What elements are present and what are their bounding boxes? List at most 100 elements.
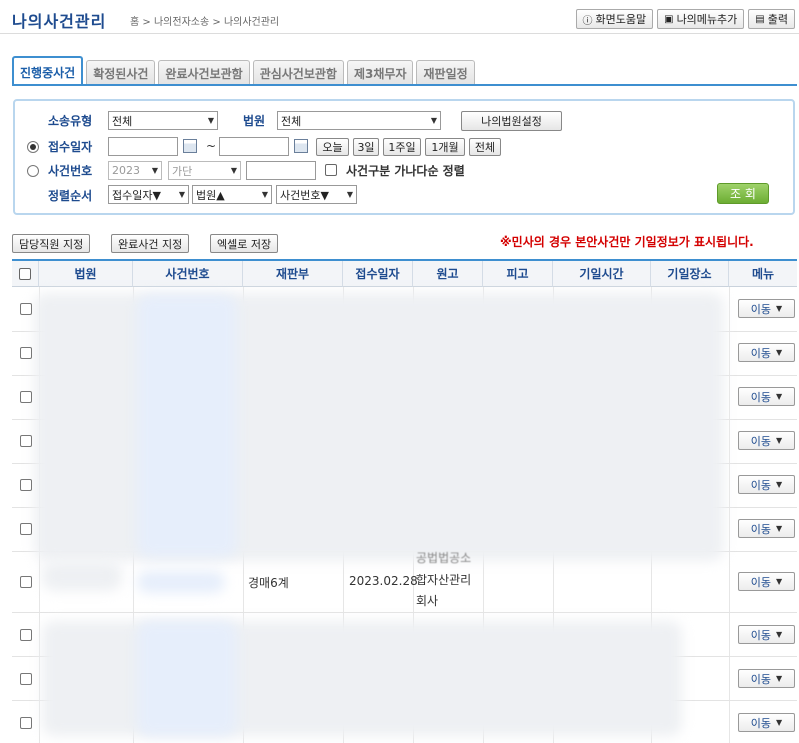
- redacted-area: [137, 571, 225, 593]
- sort-2-select[interactable]: 법원▲ ▼: [192, 185, 272, 204]
- move-label: 이동: [750, 434, 772, 448]
- add-menu-button[interactable]: ▣ 나의메뉴추가: [657, 9, 745, 29]
- row-checkbox[interactable]: [20, 523, 32, 535]
- case-table: 법원 사건번호 재판부 접수일자 원고 피고 기일시간 기일장소 메뉴 경매6계…: [12, 259, 797, 743]
- case-type-code-value: 가단: [172, 164, 193, 178]
- row-plaintiff-top: 공법법공소: [416, 551, 472, 565]
- date-all-button[interactable]: 전체: [469, 138, 501, 156]
- printer-icon: ▤: [755, 13, 765, 25]
- date-radio[interactable]: [27, 141, 39, 153]
- breadcrumb-home[interactable]: 홈: [130, 17, 139, 28]
- tab-trial-schedule[interactable]: 재판일정: [416, 60, 475, 86]
- move-button[interactable]: 이동 ▼: [738, 431, 795, 450]
- move-label: 이동: [750, 575, 772, 589]
- search-button[interactable]: 조 회: [717, 183, 769, 204]
- col-case-number: 사건번호: [133, 261, 243, 287]
- assign-staff-button[interactable]: 담당직원 지정: [12, 234, 91, 253]
- move-label: 이동: [750, 522, 772, 536]
- my-court-setting-button[interactable]: 나의법원설정: [461, 111, 562, 131]
- date-to-input[interactable]: [219, 137, 289, 156]
- calendar-icon[interactable]: [294, 139, 308, 153]
- breadcrumb: 홈 > 나의전자소송 > 나의사건관리: [130, 13, 279, 28]
- case-type-code-select[interactable]: 가단 ▼: [168, 161, 241, 180]
- chevron-down-icon: ▼: [776, 392, 783, 401]
- chevron-down-icon: ▼: [776, 348, 783, 357]
- case-type-select[interactable]: 전체 ▼: [108, 111, 218, 130]
- page-title: 나의사건관리: [12, 12, 107, 31]
- sort-3-select[interactable]: 사건번호▼ ▼: [276, 185, 357, 204]
- print-label: 출력: [767, 13, 788, 26]
- move-label: 이동: [750, 302, 772, 316]
- info-icon: ⓘ: [582, 15, 593, 27]
- tab-third-debtor[interactable]: 제3채무자: [346, 60, 414, 86]
- row-checkbox[interactable]: [20, 673, 32, 685]
- date-1month-button[interactable]: 1개월: [425, 138, 465, 156]
- date-3days-button[interactable]: 3일: [353, 138, 379, 156]
- case-type-value: 전체: [112, 114, 133, 128]
- calendar-icon[interactable]: [183, 139, 197, 153]
- move-label: 이동: [750, 716, 772, 730]
- row-checkbox[interactable]: [20, 435, 32, 447]
- court-select[interactable]: 전체 ▼: [277, 111, 441, 130]
- case-number-input[interactable]: [246, 161, 316, 180]
- court-label: 법원: [243, 114, 266, 128]
- tab-completed-archive[interactable]: 완료사건보관함: [158, 60, 250, 86]
- move-button[interactable]: 이동 ▼: [738, 572, 795, 591]
- print-button[interactable]: ▤ 출력: [748, 9, 795, 29]
- chevron-down-icon: ▼: [776, 577, 783, 586]
- row-checkbox[interactable]: [20, 576, 32, 588]
- col-court: 법원: [39, 261, 133, 287]
- move-button[interactable]: 이동 ▼: [738, 299, 795, 318]
- row-checkbox[interactable]: [20, 303, 32, 315]
- select-all-checkbox[interactable]: [19, 267, 31, 280]
- move-label: 이동: [750, 628, 772, 642]
- chevron-down-icon: ▼: [346, 190, 353, 199]
- sort-order-label: 정렬순서: [48, 189, 93, 203]
- case-type-label: 소송유형: [48, 114, 93, 128]
- move-button[interactable]: 이동 ▼: [738, 519, 795, 538]
- tab-interest-archive[interactable]: 관심사건보관함: [252, 60, 344, 86]
- move-button[interactable]: 이동 ▼: [738, 343, 795, 362]
- breadcrumb-ecourt[interactable]: 나의전자소송: [154, 17, 209, 28]
- move-button[interactable]: 이동 ▼: [738, 669, 795, 688]
- tab-confirmed[interactable]: 확정된사건: [86, 60, 156, 86]
- date-today-button[interactable]: 오늘: [316, 138, 349, 156]
- move-label: 이동: [750, 672, 772, 686]
- row-checkbox[interactable]: [20, 717, 32, 729]
- tab-in-progress[interactable]: 진행중사건: [12, 56, 84, 86]
- notice-text: ※민사의 경우 본안사건만 기일정보가 표시됩니다.: [500, 235, 754, 249]
- date-from-input[interactable]: [108, 137, 178, 156]
- date-range-sep: ~: [206, 139, 217, 153]
- move-button[interactable]: 이동 ▼: [738, 387, 795, 406]
- row-checkbox[interactable]: [20, 629, 32, 641]
- row-checkbox[interactable]: [20, 479, 32, 491]
- move-button[interactable]: 이동 ▼: [738, 713, 795, 732]
- excel-export-button[interactable]: 엑셀로 저장: [210, 234, 279, 253]
- help-button[interactable]: ⓘ 화면도움말: [575, 9, 654, 29]
- row-checkbox[interactable]: [20, 391, 32, 403]
- move-button[interactable]: 이동 ▼: [738, 625, 795, 644]
- chevron-down-icon: ▼: [178, 190, 185, 199]
- case-no-radio[interactable]: [27, 165, 39, 177]
- col-division: 재판부: [243, 261, 343, 287]
- header-select-all: [12, 261, 39, 287]
- date-1week-button[interactable]: 1주일: [383, 138, 421, 156]
- move-button[interactable]: 이동 ▼: [738, 475, 795, 494]
- complete-case-button[interactable]: 완료사건 지정: [111, 234, 190, 253]
- redacted-area: [137, 621, 237, 736]
- search-panel: 소송유형 전체 ▼ 법원 전체 ▼ 나의법원설정 접수일자 ~ 오늘 3일 1주일 …: [13, 99, 795, 215]
- sort-1-value: 접수일자▼: [112, 188, 161, 202]
- case-no-label: 사건번호: [48, 164, 93, 178]
- date-label: 접수일자: [48, 140, 93, 154]
- breadcrumb-sep: >: [212, 17, 221, 28]
- chevron-down-icon: ▼: [776, 718, 783, 727]
- chevron-down-icon: ▼: [776, 524, 783, 533]
- row-division: 경매6계: [248, 576, 289, 590]
- sort-by-case-type-checkbox[interactable]: [325, 164, 337, 176]
- add-menu-label: 나의메뉴추가: [676, 13, 738, 26]
- row-checkbox[interactable]: [20, 347, 32, 359]
- case-year-select[interactable]: 2023 ▼: [108, 161, 162, 180]
- sort-1-select[interactable]: 접수일자▼ ▼: [108, 185, 189, 204]
- chevron-down-icon: ▼: [430, 116, 437, 125]
- col-hearing-place: 기일장소: [651, 261, 729, 287]
